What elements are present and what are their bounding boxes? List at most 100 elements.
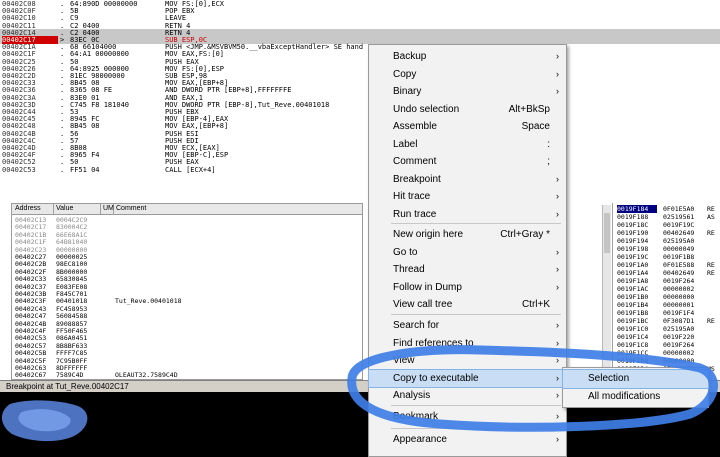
dump-col-value[interactable]: Value [53,204,101,214]
stack-row[interactable]: 0019F1B0 00000000 [613,293,720,301]
submenu-item-all-modifications[interactable]: All modifications [563,388,708,406]
submenu-arrow-icon: › [556,208,559,219]
stack-row[interactable]: 0019F1CC 00000002 [613,349,720,357]
menu-item-find-references-to[interactable]: Find references to › [369,335,566,353]
menu-item-thread[interactable]: Thread › [369,261,566,279]
submenu-arrow-icon: › [556,434,559,444]
menu-item-copy-to-executable[interactable]: Copy to executable › [368,368,567,388]
stack-value: 0019F264 [663,341,695,349]
menu-item-label: Breakpoint [393,173,441,185]
disasm-address: 00402C53 [2,165,36,174]
menu-item-label: Find references to [393,337,474,349]
stack-address: 0019F1BC [617,317,649,325]
menu-item-label: View [393,355,415,366]
dump-col-comment[interactable]: Comment [113,204,356,214]
stack-row[interactable]: 0019F1AC 00000002 [613,285,720,293]
menu-item-comment[interactable]: Comment; [369,153,566,171]
menu-item-run-trace[interactable]: Run trace › [369,206,566,224]
stack-row[interactable]: 0019F190 00402649 RE [613,229,720,237]
submenu-arrow-icon: › [556,281,559,292]
stack-value: 0019F19C [663,221,695,229]
stack-address: 0019F1A4 [617,269,649,277]
menu-item-backup[interactable]: Backup › [369,48,566,66]
submenu-item-selection[interactable]: Selection [562,369,709,389]
menu-item-go-to[interactable]: Go to › [369,244,566,262]
menu-item-new-origin-here[interactable]: New origin here Ctrl+Gray * [369,226,566,244]
submenu-arrow-icon: › [556,411,559,421]
menu-item-binary[interactable]: Binary › [369,83,566,101]
stack-row[interactable]: 0019F1A8 0019F264 [613,277,720,285]
disasm-row[interactable]: 00402C53. FF51 04 CALL [ECX+4] [0,166,720,174]
stack-comment: AS [707,213,715,221]
menu-item-breakpoint[interactable]: Breakpoint › [369,171,566,189]
stack-row[interactable]: 0019F1C0 025195A0 [613,325,720,333]
menu-item-label: Thread [393,264,425,275]
menu-item-label: Appearance [393,434,447,445]
submenu-arrow-icon: › [556,51,559,61]
menu-item-appearance[interactable]: Appearance › [369,431,566,449]
memory-dump-pane[interactable]: Address Value UM Comment 00402C13 0004C2C… [11,203,363,380]
dump-address: 00402C67 [15,371,47,380]
redaction-scribble [1,400,88,442]
menu-item-view-call-tree[interactable]: View call tree Ctrl+K [369,296,566,314]
stack-row[interactable]: 0019F1D0 00000000 [613,357,720,365]
stack-row[interactable]: 0019F1BC 0F3087D1 RE [613,317,720,325]
stack-row[interactable]: 0019F184 0F01E5A0 RE [613,205,720,213]
menu-item-shortcut: ; [547,156,550,167]
menu-item-undo-selection[interactable]: Undo selection Alt+BkSp [369,101,566,119]
stack-row[interactable]: 0019F188 02519561 AS [613,213,720,221]
menu-item-label: Bookmark [393,411,439,422]
menu-separator [391,405,561,406]
stack-row[interactable]: 0019F1A4 00402649 RE [613,269,720,277]
menu-item-analysis[interactable]: Analysis › [369,387,566,405]
stack-row[interactable]: 0019F18C 0019F19C [613,221,720,229]
menu-separator [391,314,561,315]
stack-row[interactable]: 0019F1A0 0F01E588 RE [613,261,720,269]
stack-row[interactable]: 0019F198 00000049 [613,245,720,253]
menu-item-bookmark[interactable]: Bookmark › [369,408,566,426]
submenu-arrow-icon: › [556,246,559,257]
stack-value: 00402649 [663,269,695,277]
menu-item-label: Binary [393,86,422,97]
menu-item-assemble[interactable]: Assemble Space [369,118,566,136]
stack-comment: RE [707,205,715,213]
scrollbar-thumb[interactable] [604,213,610,253]
menu-item-search-for[interactable]: Search for › [369,317,566,335]
stack-row[interactable]: 0019F194 025195A0 [613,237,720,245]
stack-comment: RE [707,317,715,325]
stack-scrollbar[interactable] [602,205,611,385]
disasm-bytes: FF51 04 [70,165,100,174]
stack-pane[interactable]: 0019F184 0F01E5A0 RE 0019F188 02519561 AS 0019… [612,203,720,392]
menu-item-copy[interactable]: Copy › [369,66,566,84]
menu-item-follow-in-dump[interactable]: Follow in Dump › [369,279,566,297]
disassembly-pane[interactable]: 00402C08. 64:890D 00000000 MOV FS:[0],ECX 0… [0,0,720,177]
stack-address: 0019F1C0 [617,325,649,333]
menu-item-label: Assemble [393,121,437,132]
submenu-arrow-icon: › [556,264,559,274]
stack-row[interactable]: 0019F19C 0019F1B8 [613,253,720,261]
stack-value: 00000001 [663,301,695,309]
dump-col-address[interactable]: Address [12,204,54,214]
submenu-arrow-icon: › [556,68,559,79]
menu-item-label: View call tree [393,299,453,310]
stack-value: 0019F220 [663,333,695,341]
stack-row[interactable]: 0019F1B8 0019F1F4 [613,309,720,317]
stack-row[interactable]: 0019F1C4 0019F220 [613,333,720,341]
stack-row[interactable]: 0019F1B4 00000001 [613,301,720,309]
submenu-arrow-icon: › [556,191,559,201]
menu-item-label: Comment [393,156,437,167]
menu-item-view[interactable]: View › [369,352,566,370]
stack-value: 0F01E5A0 [663,205,695,213]
menu-item-hit-trace[interactable]: Hit trace › [369,188,566,206]
stack-address: 0019F1A0 [617,261,649,269]
dump-row[interactable]: 00402C67 7589C4D OLEAUT32.7589C4D [12,371,362,379]
menu-item-label[interactable]: Label: [369,136,566,154]
stack-value: 00000002 [663,349,695,357]
stack-row[interactable]: 0019F1C8 0019F264 [613,341,720,349]
dump-col-um[interactable]: UM [100,204,114,214]
stack-address: 0019F1AC [617,285,649,293]
stack-address: 0019F18C [617,221,649,229]
menu-item-label: Analysis [393,390,431,401]
stack-value: 0019F1F4 [663,309,695,317]
submenu-arrow-icon: › [556,337,559,348]
